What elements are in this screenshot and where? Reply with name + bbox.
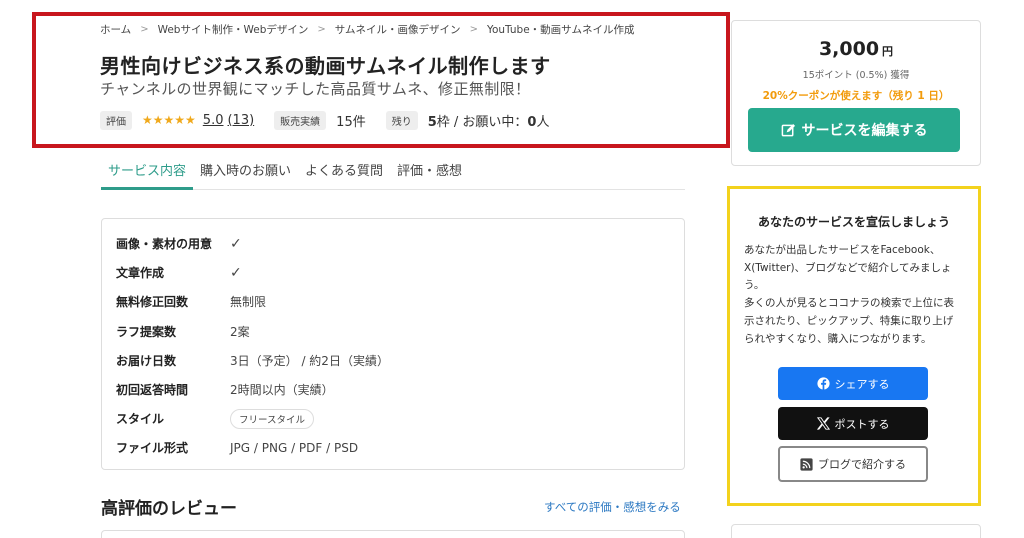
review-card [101, 530, 685, 538]
spec-key: 文章作成 [116, 266, 165, 281]
price: 3,000 円 [818, 38, 894, 60]
tab-reviews[interactable]: 評価・感想 [390, 150, 469, 190]
tab-service-content[interactable]: サービス内容 [101, 150, 194, 190]
coupon-notice: 20%クーポンが使えます（残り 1 日） [762, 90, 950, 102]
points-earned: 15ポイント (0.5%) 獲得 [802, 70, 910, 81]
chevron-right-icon: > [317, 24, 326, 35]
breadcrumb-item-thumbnail[interactable]: サムネイル・画像デザイン [335, 22, 461, 37]
facebook-share-button[interactable]: シェアする [778, 367, 928, 400]
spec-key: スタイル [116, 412, 165, 427]
promote-service-card: あなたのサービスを宣伝しましょう あなたが出品したサービスをFacebook、 … [727, 186, 981, 506]
breadcrumb-item-home[interactable]: ホーム [100, 22, 131, 37]
spec-value: 2時間以内（実績） [230, 383, 334, 398]
chevron-right-icon: > [140, 24, 149, 35]
sidebar-card [731, 524, 981, 538]
reviews-heading: 高評価のレビュー [101, 499, 237, 519]
spec-value: 無制限 [230, 295, 267, 310]
promo-description: あなたが出品したサービスをFacebook、 X(Twitter)、ブログなどで… [744, 244, 954, 345]
sales-label: 販売実績 [274, 110, 327, 130]
rating-value[interactable]: 5.0 [203, 113, 224, 128]
rating-count[interactable]: (13) [227, 113, 254, 128]
breadcrumb: ホーム > Webサイト制作・Webデザイン > サムネイル・画像デザイン > … [100, 22, 634, 37]
purchase-card: 3,000 円 15ポイント (0.5%) 獲得 20%クーポンが使えます（残り … [731, 20, 981, 166]
spec-key: 初回返答時間 [116, 383, 189, 398]
spec-value: JPG / PNG / PDF / PSD [230, 440, 359, 455]
facebook-icon [816, 377, 830, 390]
spec-key: 画像・素材の用意 [116, 237, 213, 252]
chevron-right-icon: > [469, 24, 478, 35]
promo-title: あなたのサービスを宣伝しましょう [757, 215, 950, 229]
spec-key: ファイル形式 [116, 441, 189, 456]
breadcrumb-item-youtube[interactable]: YouTube・動画サムネイル作成 [487, 22, 635, 37]
breadcrumb-item-web[interactable]: Webサイト制作・Webデザイン [158, 22, 309, 37]
edit-icon [781, 123, 795, 136]
spec-key: 無料修正回数 [116, 295, 189, 310]
remaining-label: 残り [385, 110, 418, 130]
x-logo-icon [816, 417, 830, 430]
spec-row-drafts: ラフ提案数 2案 [102, 317, 684, 346]
spec-key: ラフ提案数 [116, 324, 177, 339]
service-tabs: サービス内容 購入時のお願い よくある質問 評価・感想 [101, 150, 685, 190]
spec-row-materials: 画像・素材の用意 ✓ [102, 229, 684, 258]
check-icon: ✓ [230, 264, 242, 281]
rss-icon [800, 457, 813, 471]
service-meta: 評価 ★★★★★ 5.0 (13) 販売実績 15件 残り 5枠 / お願い中：… [100, 110, 549, 130]
spec-value: 3日（予定） / 約2日（実績） [230, 353, 389, 368]
blog-share-button[interactable]: ブログで紹介する [778, 446, 928, 482]
page-subtitle: チャンネルの世界観にマッチした高品質サムネ、修正無制限！ [100, 80, 531, 98]
x-post-button[interactable]: ポストする [778, 407, 928, 440]
spec-key: お届け日数 [116, 353, 177, 368]
tab-purchase-request[interactable]: 購入時のお願い [193, 150, 298, 190]
spec-value: 2案 [230, 324, 250, 339]
spec-row-response: 初回返答時間 2時間以内（実績） [102, 375, 684, 404]
star-rating-icon: ★★★★★ [142, 113, 196, 127]
check-icon: ✓ [230, 235, 242, 252]
style-tag[interactable]: フリースタイル [230, 408, 315, 429]
see-all-reviews-link[interactable]: すべての評価・感想をみる [544, 499, 681, 515]
service-spec-table: 画像・素材の用意 ✓ 文章作成 ✓ 無料修正回数 無制限 ラフ提案数 2案 お届… [101, 218, 685, 470]
rating-label: 評価 [100, 110, 132, 130]
spec-row-delivery: お届け日数 3日（予定） / 約2日（実績） [102, 346, 684, 375]
sales-value: 15件 [336, 114, 366, 130]
remaining-value: 5枠 / お願い中：0人 [427, 114, 550, 130]
tab-faq[interactable]: よくある質問 [298, 150, 390, 190]
spec-row-format: ファイル形式 JPG / PNG / PDF / PSD [102, 433, 684, 462]
spec-row-writing: 文章作成 ✓ [102, 258, 684, 287]
spec-row-style: スタイル フリースタイル [102, 404, 684, 433]
page-title: 男性向けビジネス系の動画サムネイル制作します [100, 54, 551, 78]
edit-service-button[interactable]: サービスを編集する [748, 108, 960, 152]
spec-row-revisions: 無料修正回数 無制限 [102, 287, 684, 316]
